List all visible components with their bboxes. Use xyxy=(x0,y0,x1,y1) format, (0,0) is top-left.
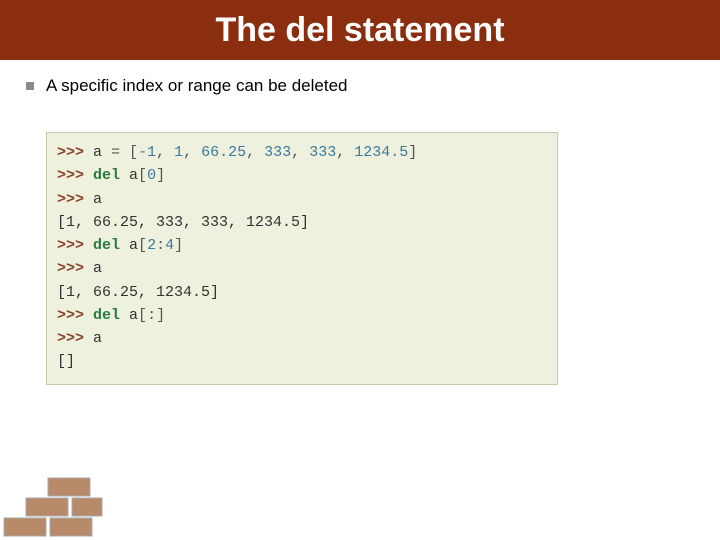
var: a xyxy=(129,307,138,324)
lbracket: [ xyxy=(138,167,147,184)
output: [1, 66.25, 333, 333, 1234.5] xyxy=(57,214,309,231)
bullet-item: A specific index or range can be deleted xyxy=(26,76,720,96)
output: [] xyxy=(57,353,75,370)
comma: , xyxy=(156,144,174,161)
bullet-square-icon xyxy=(26,82,34,90)
rbracket: ] xyxy=(408,144,417,161)
bullet-text: A specific index or range can be deleted xyxy=(46,76,347,96)
prompt: >>> xyxy=(57,167,93,184)
code-line-8: >>> del a[:] xyxy=(57,304,547,327)
rbracket: ] xyxy=(156,307,165,324)
num: 0 xyxy=(147,167,156,184)
code-block: >>> a = [-1, 1, 66.25, 333, 333, 1234.5]… xyxy=(46,132,558,385)
lbracket: [ xyxy=(138,237,147,254)
num: 2 xyxy=(147,237,156,254)
num: 66.25 xyxy=(201,144,246,161)
comma: , xyxy=(336,144,354,161)
num: 1234.5 xyxy=(354,144,408,161)
eq: = xyxy=(111,144,129,161)
output: [1, 66.25, 1234.5] xyxy=(57,284,219,301)
title-bar: The del statement xyxy=(0,0,720,60)
rbracket: ] xyxy=(156,167,165,184)
kw-del: del xyxy=(93,307,129,324)
prompt: >>> xyxy=(57,191,93,208)
lbracket: [ xyxy=(138,307,147,324)
kw-del: del xyxy=(93,167,129,184)
var: a xyxy=(129,167,138,184)
comma: , xyxy=(246,144,264,161)
num: 333 xyxy=(264,144,291,161)
comma: , xyxy=(291,144,309,161)
code-line-5: >>> del a[2:4] xyxy=(57,234,547,257)
slide-title: The del statement xyxy=(215,11,504,50)
prompt: >>> xyxy=(57,330,93,347)
var: a xyxy=(93,330,102,347)
var: a xyxy=(129,237,138,254)
prompt: >>> xyxy=(57,237,93,254)
colon: : xyxy=(156,237,165,254)
code-line-3: >>> a xyxy=(57,188,547,211)
num: 4 xyxy=(165,237,174,254)
code-line-7-output: [1, 66.25, 1234.5] xyxy=(57,281,547,304)
lbracket: [ xyxy=(129,144,138,161)
prompt: >>> xyxy=(57,144,93,161)
num: 1 xyxy=(174,144,183,161)
num: -1 xyxy=(138,144,156,161)
code-line-2: >>> del a[0] xyxy=(57,164,547,187)
rbracket: ] xyxy=(174,237,183,254)
colon: : xyxy=(147,307,156,324)
kw-del: del xyxy=(93,237,129,254)
bricks-icon xyxy=(0,460,130,540)
var: a xyxy=(93,144,111,161)
var: a xyxy=(93,191,102,208)
code-line-9: >>> a xyxy=(57,327,547,350)
prompt: >>> xyxy=(57,307,93,324)
num: 333 xyxy=(309,144,336,161)
prompt: >>> xyxy=(57,260,93,277)
code-line-6: >>> a xyxy=(57,257,547,280)
comma: , xyxy=(183,144,201,161)
code-line-10-output: [] xyxy=(57,350,547,373)
var: a xyxy=(93,260,102,277)
code-line-4-output: [1, 66.25, 333, 333, 1234.5] xyxy=(57,211,547,234)
code-line-1: >>> a = [-1, 1, 66.25, 333, 333, 1234.5] xyxy=(57,141,547,164)
